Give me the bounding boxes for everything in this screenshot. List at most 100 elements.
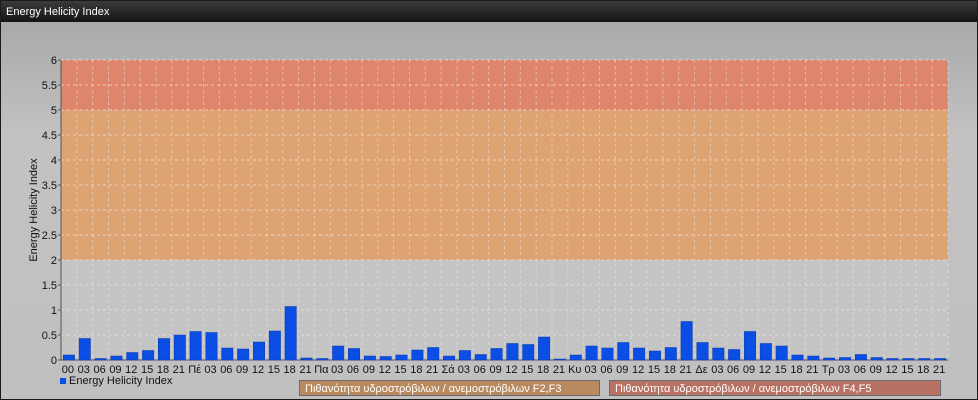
y-tick-label: 2: [51, 255, 57, 267]
bar: [649, 350, 661, 361]
bar: [348, 348, 360, 361]
bar: [870, 357, 883, 361]
legend[interactable]: Energy Helicity Index: [60, 375, 172, 387]
bar: [712, 347, 725, 361]
bar: [744, 331, 756, 361]
x-tick-label: 06: [347, 364, 359, 376]
bar: [379, 356, 392, 361]
x-tick-label: 15: [775, 364, 787, 376]
bar: [142, 350, 155, 361]
y-tick-label: 3: [51, 205, 57, 217]
bar: [934, 358, 947, 361]
x-tick-label: 06: [854, 364, 866, 376]
x-tick-label: 15: [521, 364, 533, 376]
x-tick-label: 03: [331, 364, 343, 376]
y-tick-label: 6: [51, 55, 57, 67]
x-tick-label: Κυ: [568, 364, 581, 376]
x-tick-label: Δε: [695, 364, 707, 376]
x-tick-label: 06: [727, 364, 739, 376]
bar: [332, 345, 345, 361]
bar: [490, 348, 503, 361]
bar: [443, 355, 456, 361]
y-tick-label: 4: [51, 155, 57, 167]
bar: [633, 347, 646, 361]
x-tick-label: 03: [711, 364, 723, 376]
bar: [664, 347, 677, 361]
x-tick-label: 21: [299, 364, 311, 376]
y-tick-label: 0.5: [42, 330, 57, 342]
x-tick-label: 09: [616, 364, 628, 376]
x-tick-label: 18: [664, 364, 676, 376]
bar: [316, 358, 329, 361]
bar: [237, 348, 250, 361]
bar: [458, 350, 471, 361]
y-tick-label: 3.5: [42, 180, 57, 192]
x-tick-label: 18: [537, 364, 549, 376]
bar: [617, 342, 630, 361]
bar: [585, 345, 598, 361]
chart-svg: 0 0.5 1 1.5 2 2.5 3 3.5 4 4.5 5 5.5 6 Energy Helicity…: [28, 55, 949, 376]
x-tick-label: 21: [933, 364, 945, 376]
x-tick-label: 12: [252, 364, 264, 376]
bar: [395, 354, 408, 361]
x-tick-label: 09: [363, 364, 375, 376]
bar: [189, 331, 202, 361]
bar: [411, 349, 424, 361]
x-tick-label: 18: [410, 364, 422, 376]
bar: [759, 343, 772, 361]
x-tick-label: Σά: [441, 364, 455, 376]
x-tick-label: 21: [680, 364, 692, 376]
y-tick-label: 5.5: [42, 80, 57, 92]
x-tick-label: 12: [379, 364, 391, 376]
bar: [158, 338, 170, 361]
x-tick-label: 21: [806, 364, 818, 376]
x-tick-label: 03: [204, 364, 216, 376]
x-tick-label: 15: [648, 364, 660, 376]
y-tick-label: 2.5: [42, 230, 57, 242]
bar: [78, 338, 91, 361]
x-tick-label: Πα: [314, 364, 329, 376]
bar: [62, 354, 75, 361]
bar: [268, 330, 281, 361]
x-tick-label: 03: [838, 364, 850, 376]
x-tick-label: Πέ: [188, 364, 201, 376]
bar: [363, 355, 376, 361]
x-tick-label: 09: [489, 364, 501, 376]
bar: [221, 347, 234, 361]
bar: [173, 334, 186, 361]
x-tick-label: 09: [236, 364, 248, 376]
x-tick-label: 18: [790, 364, 802, 376]
bar: [696, 342, 709, 361]
x-tick-label: 15: [394, 364, 406, 376]
bar: [284, 306, 297, 361]
x-tick-label: 03: [458, 364, 470, 376]
y-tick-label: 1.5: [42, 280, 57, 292]
bar: [839, 357, 851, 361]
bar: [902, 358, 915, 361]
bar: [110, 355, 123, 361]
bar: [775, 345, 788, 361]
x-tick-label: 21: [426, 364, 438, 376]
x-tick-label: 18: [284, 364, 296, 376]
y-tick-label: 0: [51, 355, 57, 367]
legend-label: Energy Helicity Index: [69, 375, 173, 387]
x-tick-label: Τρ: [822, 364, 835, 376]
x-tick-label: 12: [632, 364, 644, 376]
band-label-f4-f5: Πιθανότητα υδροστρόβιλων / ανεμοστρόβιλω…: [609, 380, 941, 396]
bar: [522, 344, 535, 361]
y-tick-label: 5: [51, 105, 57, 117]
y-tick-label: 1: [51, 305, 57, 317]
bar: [601, 347, 614, 361]
bar: [253, 341, 265, 361]
bar: [205, 332, 218, 361]
bar: [300, 357, 313, 361]
bar: [823, 357, 836, 361]
x-tick-label: 21: [553, 364, 565, 376]
x-tick-label: 09: [870, 364, 882, 376]
bar: [506, 343, 519, 361]
x-tick-label: 06: [600, 364, 612, 376]
x-tick-label: 12: [885, 364, 897, 376]
y-axis-label: Energy Helicity Index: [28, 158, 40, 262]
bar: [94, 358, 107, 361]
x-tick-label: 09: [743, 364, 755, 376]
